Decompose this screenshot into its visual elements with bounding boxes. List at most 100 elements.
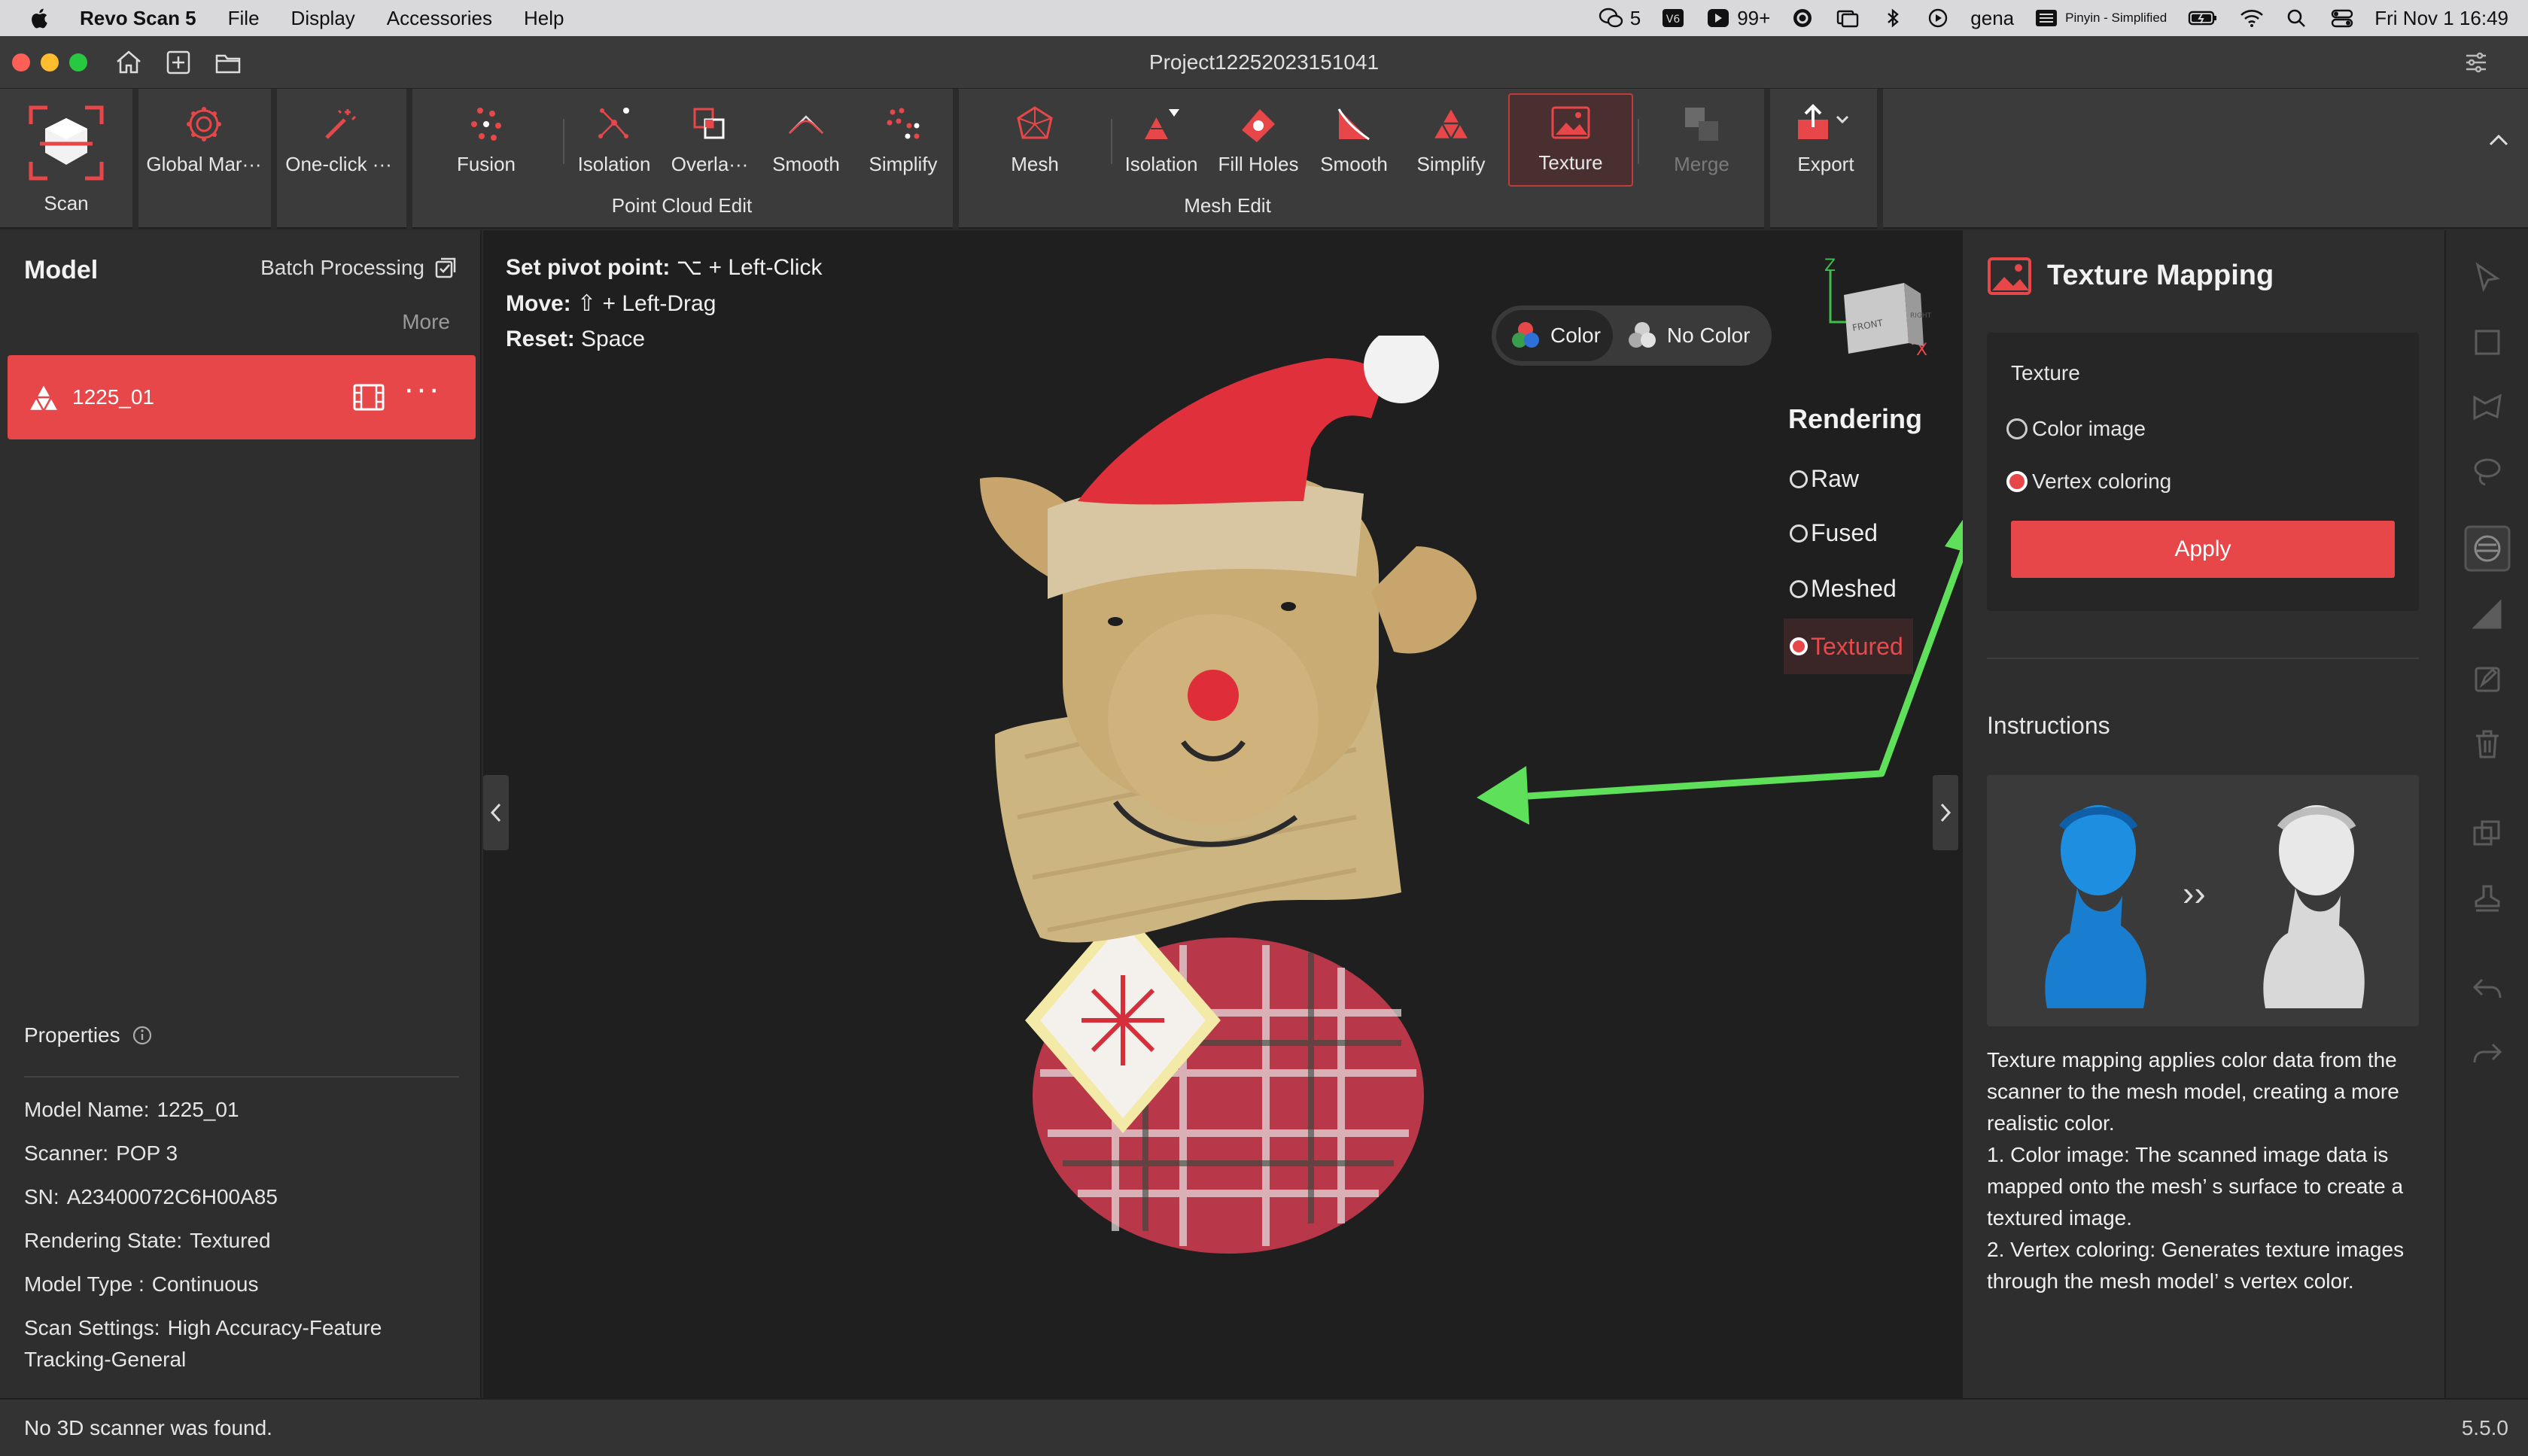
vpn-status[interactable]: V6	[1660, 7, 1686, 29]
axis-z-label: Z	[1824, 257, 1836, 275]
export-button[interactable]: Export	[1781, 93, 1871, 187]
rectangle-select-icon[interactable]	[2470, 325, 2505, 360]
global-markers-label: Global Mar···	[146, 153, 262, 175]
vpn-label: V6	[1666, 14, 1681, 26]
window-switch-icon[interactable]	[1835, 7, 1860, 29]
duplicate-icon[interactable]	[2470, 817, 2505, 852]
brush-select-icon[interactable]	[2464, 525, 2511, 572]
scan-cube-icon	[29, 105, 104, 181]
battery-icon[interactable]	[2186, 7, 2219, 29]
render-textured-option[interactable]: Textured	[1784, 619, 1913, 674]
notification-status[interactable]: 99+	[1705, 7, 1770, 30]
menu-accessories[interactable]: Accessories	[387, 7, 492, 30]
zoom-window-button[interactable]	[69, 53, 87, 71]
no-color-option[interactable]: No Color	[1613, 310, 1762, 361]
wifi-icon[interactable]	[2239, 7, 2265, 29]
panel-divider	[1987, 658, 2419, 659]
input-method-status[interactable]: Pinyin - Simplified	[2034, 7, 2167, 29]
app-name-menu[interactable]: Revo Scan 5	[80, 7, 196, 30]
blue-bust-image	[2045, 805, 2146, 1008]
mesh-isolation-label: Isolation	[1124, 153, 1198, 175]
delete-trash-icon[interactable]	[2470, 727, 2505, 761]
mesh-icon	[1017, 106, 1053, 139]
menu-display[interactable]: Display	[291, 7, 355, 30]
model-options-menu[interactable]: ···	[403, 370, 441, 408]
home-icon[interactable]	[113, 47, 145, 78]
fusion-button[interactable]: Fusion	[444, 93, 528, 187]
apply-button[interactable]: Apply	[2011, 521, 2395, 578]
control-center-icon[interactable]	[2329, 7, 2355, 29]
orientation-cube-icon[interactable]: Z X FRONT RIGHT	[1808, 257, 1951, 385]
mesh-label: Mesh	[1011, 153, 1059, 175]
radio-icon	[1790, 524, 1808, 543]
pc-isolation-button[interactable]: Isolation	[569, 93, 659, 187]
mesh-model-icon	[27, 382, 60, 412]
user-name[interactable]: gena	[1970, 7, 2014, 30]
lasso-polygon-icon[interactable]	[2470, 390, 2505, 424]
render-fused-option[interactable]: Fused	[1784, 516, 1884, 550]
grammarly-icon[interactable]	[1790, 7, 1815, 29]
bluetooth-icon[interactable]	[1880, 7, 1906, 29]
pivot-hint: Set pivot point: ⌥ + Left-Click	[506, 255, 823, 280]
spotlight-search-icon[interactable]	[2284, 7, 2310, 29]
new-project-icon[interactable]	[163, 47, 194, 78]
minimize-window-button[interactable]	[41, 53, 59, 71]
texture-button[interactable]: Texture	[1508, 93, 1633, 187]
menu-help[interactable]: Help	[524, 7, 564, 30]
overlap-button[interactable]: Overla···	[662, 93, 757, 187]
properties-list: Model Name: 1225_01 Scanner: POP 3 SN: A234…	[24, 1088, 468, 1375]
render-raw-option[interactable]: Raw	[1784, 462, 1865, 496]
undo-icon[interactable]	[2470, 972, 2505, 1007]
more-link[interactable]: More	[402, 310, 450, 334]
stamp-icon[interactable]	[2470, 882, 2505, 916]
scan-button[interactable]: Scan	[14, 93, 119, 226]
apple-logo-icon[interactable]	[30, 7, 51, 29]
macos-menu-bar: Revo Scan 5 File Display Accessories Hel…	[0, 0, 2528, 36]
mesh-simplify-button[interactable]: Simplify	[1406, 93, 1496, 187]
pc-simplify-button[interactable]: Simplify	[858, 93, 948, 187]
open-folder-icon[interactable]	[212, 47, 244, 78]
model-item-name: 1225_01	[72, 385, 155, 409]
tool-icon-strip	[2444, 230, 2528, 1398]
scanned-reindeer-model[interactable]	[935, 336, 1507, 1284]
mesh-smooth-button[interactable]: Smooth	[1313, 93, 1395, 187]
select-pointer-icon[interactable]	[2470, 260, 2505, 295]
batch-processing-button[interactable]: Batch Processing	[260, 256, 458, 280]
collapse-left-panel-button[interactable]	[483, 775, 509, 850]
menubar-clock[interactable]: Fri Nov 1 16:49	[2374, 7, 2508, 30]
color-option[interactable]: Color	[1496, 310, 1613, 361]
export-icon	[1798, 104, 1849, 139]
render-meshed-option[interactable]: Meshed	[1784, 572, 1903, 606]
close-window-button[interactable]	[12, 53, 30, 71]
mesh-isolation-button[interactable]: Isolation	[1115, 93, 1207, 187]
film-preview-icon[interactable]	[352, 382, 385, 412]
texture-label: Texture	[2011, 361, 2080, 385]
merge-button[interactable]: Merge	[1653, 93, 1751, 187]
collapse-ribbon-chevron-icon[interactable]	[2486, 131, 2511, 149]
lasso-icon[interactable]	[2470, 454, 2505, 489]
media-play-icon[interactable]	[1925, 7, 1951, 29]
redo-icon[interactable]	[2470, 1037, 2505, 1071]
vertex-coloring-option[interactable]: Vertex coloring	[2006, 470, 2171, 494]
mesh-button[interactable]: Mesh	[993, 93, 1076, 187]
overlap-label: Overla···	[671, 153, 749, 175]
one-click-label: One-click ···	[285, 153, 392, 175]
wechat-status[interactable]: 5	[1599, 7, 1641, 30]
info-icon[interactable]	[131, 1024, 154, 1047]
notification-count: 99+	[1737, 6, 1771, 29]
plane-cut-icon[interactable]	[2470, 597, 2505, 632]
model-list-item[interactable]: 1225_01 ···	[8, 355, 476, 439]
collapse-right-panel-button[interactable]	[1933, 775, 1958, 850]
3d-viewport[interactable]: Set pivot point: ⌥ + Left-Click Move: ⇧ …	[483, 230, 1963, 1398]
no-color-label: No Color	[1666, 324, 1751, 347]
pc-smooth-button[interactable]: Smooth	[765, 93, 847, 187]
settings-sliders-icon[interactable]	[2462, 48, 2490, 77]
batch-check-icon	[435, 257, 456, 278]
color-image-option[interactable]: Color image	[2006, 417, 2146, 441]
global-markers-button[interactable]: Global Mar···	[141, 93, 266, 187]
one-click-button[interactable]: One-click ···	[278, 93, 399, 187]
fill-holes-button[interactable]: Fill Holes	[1212, 93, 1305, 187]
menu-file[interactable]: File	[228, 7, 260, 30]
radio-icon	[2006, 418, 2028, 439]
edit-icon[interactable]	[2470, 662, 2505, 697]
